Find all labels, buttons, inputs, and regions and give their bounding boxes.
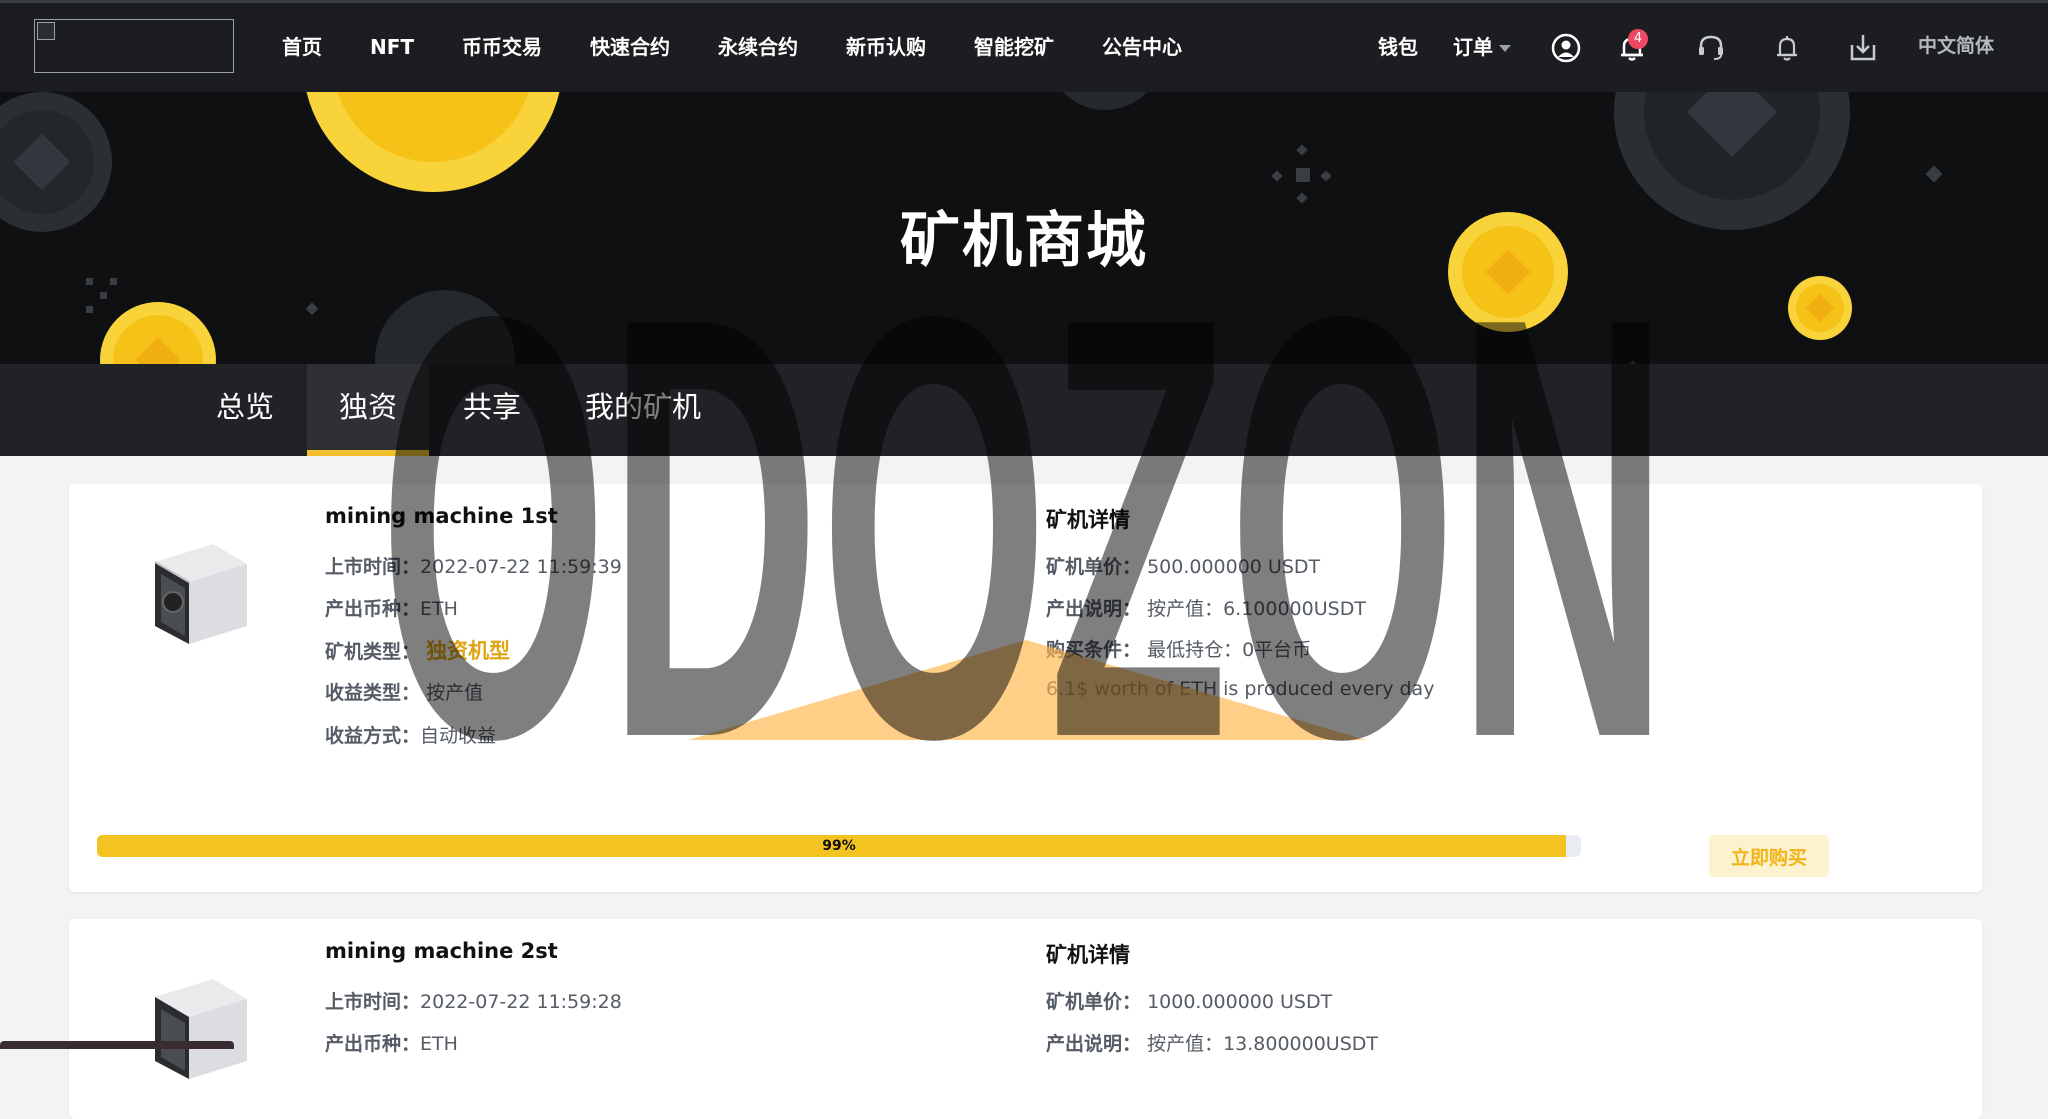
- user-icon[interactable]: [1549, 31, 1583, 65]
- nav-item-home[interactable]: 首页: [262, 3, 342, 95]
- broken-image-icon: [37, 22, 55, 40]
- income-method-row: 收益方式：自动收益: [325, 721, 496, 748]
- income-type-row: 收益类型： 按产值: [325, 678, 483, 705]
- field-label: 矿机单价：: [1046, 556, 1142, 578]
- field-value: ETH: [420, 1033, 458, 1055]
- nav-item-mining[interactable]: 智能挖矿: [954, 3, 1074, 95]
- nav-item-perpetual[interactable]: 永续合约: [698, 3, 818, 95]
- field-value: 按产值：6.100000USDT: [1147, 598, 1366, 620]
- chevron-down-icon: [1499, 45, 1511, 52]
- main-nav: 首页 NFT 币币交易 快速合约 永续合约 新币认购 智能挖矿 公告中心: [262, 3, 1210, 95]
- buy-now-button[interactable]: 立即购买: [1709, 835, 1829, 877]
- field-label: 上市时间：: [325, 991, 421, 1013]
- field-value: 最低持仓：0平台币: [1147, 639, 1312, 661]
- top-navbar: 首页 NFT 币币交易 快速合约 永续合约 新币认购 智能挖矿 公告中心 钱包 …: [0, 0, 2048, 92]
- field-value: 1000.000000 USDT: [1147, 991, 1333, 1013]
- field-value: 2022-07-22 11:59:39: [420, 556, 622, 578]
- nav-item-spot[interactable]: 币币交易: [442, 3, 562, 95]
- field-value: 按产值: [426, 682, 484, 704]
- bell-icon[interactable]: [1770, 31, 1804, 65]
- progress-label: 99%: [822, 838, 856, 854]
- nav-item-quick-contract[interactable]: 快速合约: [570, 3, 690, 95]
- miner-name: mining machine 1st: [325, 504, 558, 528]
- miner-type-row: 矿机类型： 独资机型: [325, 635, 510, 665]
- mining-machine-image: [155, 979, 247, 1079]
- field-label: 收益类型：: [325, 682, 421, 704]
- field-value: 2022-07-22 11:59:28: [420, 991, 622, 1013]
- miner-details-title: 矿机详情: [1046, 508, 1130, 532]
- field-value: 按产值：13.800000USDT: [1147, 1033, 1379, 1055]
- field-value: 6.1$ worth of ETH is produced every day: [1046, 678, 1435, 700]
- purchase-condition-row: 购买条件： 最低持仓：0平台币: [1046, 635, 1311, 662]
- download-icon[interactable]: [1846, 31, 1880, 65]
- language-selector[interactable]: 中文简体: [1918, 3, 1994, 89]
- listing-time-row: 上市时间：2022-07-22 11:59:28: [325, 987, 622, 1014]
- nav-item-new-coin[interactable]: 新币认购: [826, 3, 946, 95]
- tab-overview[interactable]: 总览: [197, 364, 293, 456]
- tab-my-miners[interactable]: 我的矿机: [568, 364, 718, 456]
- tab-shared[interactable]: 共享: [442, 364, 542, 456]
- field-value: ETH: [420, 598, 458, 620]
- output-description-row: 产出说明： 按产值：13.800000USDT: [1046, 1029, 1378, 1056]
- wallet-link[interactable]: 钱包: [1378, 3, 1418, 91]
- output-coin-row: 产出币种：ETH: [325, 594, 458, 621]
- orders-label: 订单: [1453, 35, 1493, 59]
- nav-item-announcements[interactable]: 公告中心: [1082, 3, 1202, 95]
- hero-banner: 矿机商城 总览 独资 共享 我的矿机: [0, 92, 2048, 456]
- field-label: 购买条件：: [1046, 639, 1142, 661]
- miner-details-title: 矿机详情: [1046, 943, 1130, 967]
- daily-output-note: 6.1$ worth of ETH is produced every day: [1046, 678, 1434, 700]
- sales-progress-bar: 99%: [97, 835, 1581, 857]
- miner-type-value: 独资机型: [426, 639, 511, 663]
- nav-item-nft[interactable]: NFT: [350, 3, 434, 95]
- miner-card: mining machine 1st 上市时间：2022-07-22 11:59…: [69, 484, 1982, 892]
- category-tabs: 总览 独资 共享 我的矿机: [0, 364, 2048, 456]
- output-description-row: 产出说明： 按产值：6.100000USDT: [1046, 594, 1366, 621]
- field-value: 500.000000 USDT: [1147, 556, 1321, 578]
- headset-support-icon[interactable]: [1694, 31, 1728, 65]
- field-label: 产出币种：: [325, 1033, 421, 1055]
- site-logo[interactable]: [34, 19, 234, 73]
- field-label: 产出说明：: [1046, 1033, 1142, 1055]
- bottom-edge-tab: [0, 1041, 234, 1049]
- notification-count-badge: 4: [1628, 29, 1648, 49]
- listing-time-row: 上市时间：2022-07-22 11:59:39: [325, 552, 622, 579]
- field-label: 产出说明：: [1046, 598, 1142, 620]
- unit-price-row: 矿机单价： 1000.000000 USDT: [1046, 987, 1332, 1014]
- field-label: 矿机类型：: [325, 641, 421, 663]
- field-label: 收益方式：: [325, 725, 421, 747]
- miner-name: mining machine 2st: [325, 939, 558, 963]
- unit-price-row: 矿机单价： 500.000000 USDT: [1046, 552, 1320, 579]
- mining-machine-image: [154, 544, 247, 644]
- field-label: 产出币种：: [325, 598, 421, 620]
- field-label: 上市时间：: [325, 556, 421, 578]
- field-value: 自动收益: [420, 725, 497, 747]
- tab-sole-ownership[interactable]: 独资: [307, 364, 429, 456]
- miner-card: mining machine 2st 上市时间：2022-07-22 11:59…: [69, 919, 1982, 1119]
- field-label: 矿机单价：: [1046, 991, 1142, 1013]
- output-coin-row: 产出币种：ETH: [325, 1029, 458, 1056]
- page-title: 矿机商城: [900, 206, 1148, 276]
- orders-dropdown[interactable]: 订单: [1453, 3, 1511, 91]
